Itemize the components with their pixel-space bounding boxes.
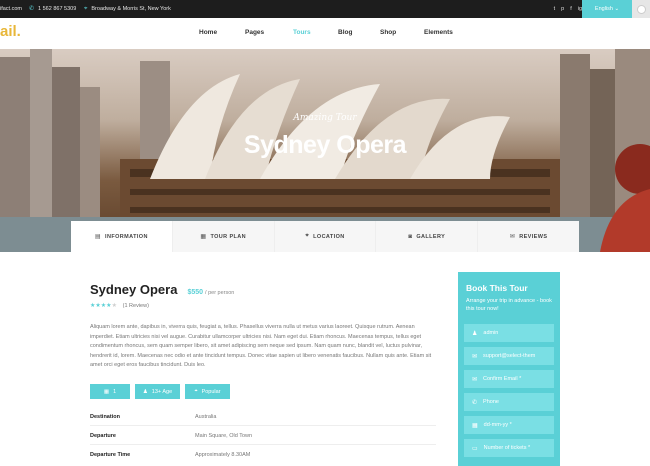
field-placeholder: Number of tickets * [483, 445, 531, 451]
email-icon: ✉ [472, 353, 478, 360]
field-placeholder: Confirm Email * [483, 376, 522, 382]
hero-title: Sydney Opera [243, 131, 407, 159]
detail-key: Departure Time [90, 452, 131, 458]
facebook-icon[interactable]: f [570, 0, 572, 18]
tour-title: Sydney Opera [90, 282, 178, 297]
booking-subtitle: Arrange your trip in advance - book this… [466, 298, 552, 312]
phone-icon: ✆ [472, 399, 478, 406]
detail-value: Australia [195, 414, 217, 420]
calendar-icon: ▦ [103, 388, 110, 395]
map-pin-icon: ⌖ [194, 388, 198, 394]
detail-key: Destination [90, 414, 120, 420]
tab-tour-plan[interactable]: ▦ TOUR PLAN [171, 221, 274, 252]
detail-value: Approximately 8.30AM [195, 452, 251, 458]
tab-label: INFORMATION [105, 233, 148, 240]
ticket-icon: ▭ [472, 445, 478, 452]
tab-reviews[interactable]: ✉ REVIEWS [477, 221, 579, 252]
divider [90, 444, 436, 445]
field-placeholder: support@select-them [483, 353, 536, 359]
twitter-icon[interactable]: t [554, 0, 556, 18]
topbar-address[interactable]: ⌖ Broadway & Morris St, New York [84, 0, 171, 18]
chat-icon: ✉ [509, 234, 516, 240]
user-icon: ♟ [472, 330, 478, 337]
social-links: t p f ig [554, 0, 582, 18]
main-nav: ail. Home Pages Tours Blog Shop Elements [0, 18, 650, 49]
feature-age: ♟ 13+ Age [135, 384, 180, 399]
logo[interactable]: ail. [0, 23, 21, 40]
detail-key: Departure [90, 433, 116, 439]
feature-popular: ⌖ Popular [185, 384, 230, 399]
calendar-icon: ▦ [472, 422, 478, 429]
divider [90, 425, 436, 426]
confirm-email-field[interactable]: ✉ Confirm Email * [464, 370, 554, 388]
pinterest-icon[interactable]: p [561, 0, 564, 18]
language-selector[interactable]: English ⌄ [582, 0, 632, 18]
nav-item-elements[interactable]: Elements [424, 29, 453, 36]
tab-location[interactable]: ⌖ LOCATION [273, 221, 376, 252]
tab-label: LOCATION [313, 233, 345, 240]
chevron-down-icon: ⌄ [614, 6, 620, 12]
map-pin-icon: ⌖ [84, 6, 88, 12]
feature-label: 1 [113, 388, 117, 395]
map-pin-icon: ⌖ [305, 233, 310, 239]
date-field[interactable]: ▦ dd-mm-yy * [464, 416, 554, 434]
field-placeholder: admin [483, 330, 499, 336]
top-bar: ifact.com ✆ 1 562 867 5309 ⌖ Broadway & Mo… [0, 0, 650, 18]
topbar-phone-text: 1 562 867 5309 [38, 6, 77, 12]
user-icon [636, 4, 646, 14]
hero-subtitle: Amazing Tour [293, 113, 357, 123]
feature-label: 13+ Age [151, 388, 173, 395]
phone-icon: ✆ [29, 6, 35, 12]
tickets-field[interactable]: ▭ Number of tickets * [464, 439, 554, 457]
booking-form: Book This Tour Arrange your trip in adva… [458, 272, 560, 466]
user-account-button[interactable] [632, 0, 650, 18]
language-label: English [594, 6, 613, 12]
camera-icon: ◙ [408, 233, 413, 240]
email-field[interactable]: ✉ support@select-them [464, 347, 554, 365]
document-icon: ▤ [94, 234, 102, 240]
feature-label: Popular [201, 388, 221, 395]
topbar-phone[interactable]: ✆ 1 562 867 5309 [29, 0, 76, 18]
phone-field[interactable]: ✆ Phone [464, 393, 554, 411]
tour-title-row: Sydney Opera $550 / per person [90, 282, 234, 297]
nav-item-home[interactable]: Home [199, 29, 217, 36]
feature-days: ▦ 1 [90, 384, 130, 399]
tab-label: REVIEWS [519, 233, 548, 240]
review-count[interactable]: (1 Review) [123, 303, 149, 309]
user-icon: ♟ [142, 388, 148, 395]
nav-item-tours[interactable]: Tours [293, 29, 311, 36]
tour-features: ▦ 1 ♟ 13+ Age ⌖ Popular [90, 384, 230, 399]
tab-label: TOUR PLAN [210, 233, 247, 240]
field-placeholder: Phone [483, 399, 499, 405]
tour-tabs: ▤ INFORMATION ▦ TOUR PLAN ⌖ LOCATION ◙ GALLE… [71, 221, 579, 252]
nav-item-blog[interactable]: Blog [338, 29, 352, 36]
topbar-email[interactable]: ifact.com [0, 0, 22, 18]
topbar-address-text: Broadway & Morris St, New York [91, 6, 171, 12]
tab-gallery[interactable]: ◙ GALLERY [375, 221, 478, 252]
tour-price: $550 [187, 289, 204, 296]
topbar-email-text: ifact.com [0, 6, 23, 12]
email-icon: ✉ [472, 376, 478, 383]
nav-item-pages[interactable]: Pages [245, 29, 264, 36]
field-placeholder: dd-mm-yy * [483, 422, 512, 428]
nav-item-shop[interactable]: Shop [380, 29, 396, 36]
rating: ★★★★★ (1 Review) [90, 302, 149, 309]
star-empty-icon: ★ [111, 303, 117, 309]
tab-label: GALLERY [416, 233, 446, 240]
tour-description: Aliquam lorem ante, dapibus in, viverra … [90, 324, 432, 368]
booking-title: Book This Tour [466, 283, 528, 293]
name-field[interactable]: ♟ admin [464, 324, 554, 342]
calendar-icon: ▦ [200, 234, 207, 240]
tab-information[interactable]: ▤ INFORMATION [71, 221, 172, 252]
price-unit: / per person [205, 290, 235, 296]
detail-value: Main Square, Old Town [195, 433, 253, 439]
